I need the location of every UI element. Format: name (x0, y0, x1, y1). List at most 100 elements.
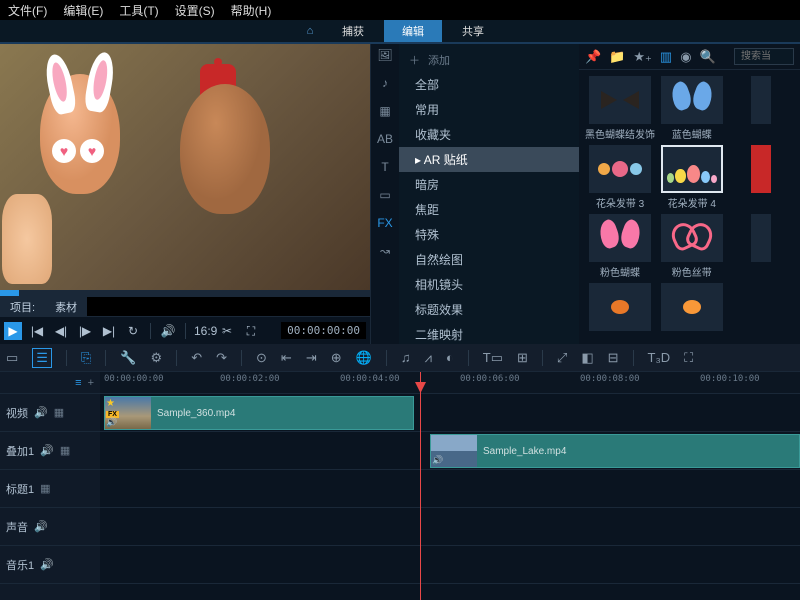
play-button[interactable]: ▶ (4, 322, 22, 340)
chapter-icon[interactable]: ◧ (581, 350, 593, 366)
next-frame-button[interactable]: |▶ (76, 322, 94, 340)
cat-nature[interactable]: 自然绘图 (399, 247, 579, 272)
asset-partial-1[interactable] (729, 76, 795, 141)
search-input[interactable] (734, 48, 794, 65)
audio-wave-icon[interactable]: ♫ (401, 350, 411, 365)
track-voice-header[interactable]: 声音🔊 (0, 508, 100, 546)
menu-help[interactable]: 帮助(H) (231, 2, 272, 19)
asset-pink-ribbon[interactable]: 粉色丝带 (659, 214, 725, 279)
ducking-icon[interactable]: ⩘ (425, 350, 432, 366)
tab-capture[interactable]: 捕获 (324, 20, 382, 42)
mute-icon[interactable]: 🔊 (34, 520, 48, 533)
menu-edit[interactable]: 编辑(E) (63, 2, 103, 19)
sort-icon[interactable]: ◉ (680, 49, 691, 65)
overlay-icon[interactable]: ▭ (376, 188, 394, 206)
cat-camera[interactable]: 相机镜头 (399, 272, 579, 297)
asset-pumpkin-2[interactable] (659, 283, 725, 331)
menu-tools[interactable]: 工具(T) (119, 2, 158, 19)
asset-black-bowtie[interactable]: 黑色蝴蝶结发饰 (585, 76, 655, 141)
cat-all[interactable]: 全部 (399, 72, 579, 97)
view-icon[interactable]: ▥ (660, 49, 672, 65)
tool-wrench-icon[interactable]: 🔧 (120, 350, 136, 366)
track-title[interactable] (100, 470, 800, 508)
menu-file[interactable]: 文件(F) (8, 2, 47, 19)
tracks-menu-icon[interactable]: ≡ (75, 377, 81, 389)
loop-button[interactable]: ↻ (124, 322, 142, 340)
3d-title-icon[interactable]: T₃D (648, 350, 671, 365)
track-overlay[interactable]: 🔊 Sample_Lake.mp4 (100, 432, 800, 470)
track-video-header[interactable]: 视频🔊▦ (0, 394, 100, 432)
subtitle-icon[interactable]: T▭ (483, 350, 503, 366)
cat-common[interactable]: 常用 (399, 97, 579, 122)
asset-flower-band-3[interactable]: 花朵发带 3 (585, 145, 655, 210)
asset-pumpkin-1[interactable] (585, 283, 655, 331)
add-category[interactable]: ＋添加 (399, 48, 579, 72)
playhead[interactable] (420, 372, 421, 600)
mute-icon[interactable]: 🔊 (40, 558, 54, 571)
fullscreen-button[interactable]: ⛶ (242, 322, 260, 340)
hide-icon[interactable]: ▦ (40, 482, 50, 495)
marker-in-icon[interactable]: ⇤ (281, 350, 292, 366)
track-music-header[interactable]: 音乐1🔊 (0, 546, 100, 584)
timecode-display[interactable]: 00:00:00:00 (281, 322, 366, 339)
split-button[interactable]: ✂ (218, 322, 236, 340)
search-icon[interactable]: 🔍 (700, 49, 716, 65)
mute-icon[interactable]: 🔊 (34, 406, 48, 419)
undo-icon[interactable]: ↶ (191, 350, 202, 366)
cat-title-fx[interactable]: 标题效果 (399, 297, 579, 322)
track-music[interactable] (100, 546, 800, 584)
track-voice[interactable] (100, 508, 800, 546)
favorite-icon[interactable]: ★₊ (633, 49, 652, 65)
preview-canvas[interactable]: ♥♥ (0, 44, 370, 290)
path-icon[interactable]: ↝ (376, 244, 394, 262)
asset-partial-2[interactable] (729, 145, 795, 210)
add-track-icon[interactable]: + (88, 377, 94, 389)
globe-icon[interactable]: 🌐 (356, 350, 372, 366)
grid-icon[interactable]: ⊞ (517, 350, 528, 366)
record-icon[interactable]: ⊙ (256, 350, 267, 366)
cat-ar-sticker[interactable]: AR 贴纸 (399, 147, 579, 172)
asset-partial-3[interactable] (729, 214, 795, 279)
track-title-header[interactable]: 标题1▦ (0, 470, 100, 508)
redo-icon[interactable]: ↷ (216, 350, 227, 366)
tab-share[interactable]: 共享 (444, 20, 502, 42)
pin-icon[interactable]: 📌 (585, 49, 601, 65)
cat-favorites[interactable]: 收藏夹 (399, 122, 579, 147)
tab-project[interactable]: 项目: (0, 297, 45, 316)
track-area[interactable]: 00:00:00:00 00:00:02:00 00:00:04:00 00:0… (100, 372, 800, 600)
time-ruler[interactable]: 00:00:00:00 00:00:02:00 00:00:04:00 00:0… (100, 372, 800, 394)
insert-icon[interactable]: ⊕ (331, 350, 342, 366)
storyboard-view-icon[interactable]: ▭ (6, 350, 18, 366)
multicam-icon[interactable]: ⊟ (608, 350, 619, 366)
timeline-view-icon[interactable]: ☰ (32, 348, 52, 368)
cat-focus[interactable]: 焦距 (399, 197, 579, 222)
text-t-icon[interactable]: T (376, 160, 394, 178)
aspect-ratio[interactable]: 16:9 (194, 322, 212, 340)
asset-blue-butterfly[interactable]: 蓝色蝴蝶 (659, 76, 725, 141)
fx-icon[interactable]: FX (376, 216, 394, 234)
cat-darkroom[interactable]: 暗房 (399, 172, 579, 197)
asset-pink-butterfly[interactable]: 粉色蝴蝶 (585, 214, 655, 279)
volume-button[interactable]: 🔊 (159, 322, 177, 340)
goto-end-button[interactable]: ▶| (100, 322, 118, 340)
expand-icon[interactable]: ⛶ (684, 350, 693, 366)
mute-icon[interactable]: 🔊 (40, 444, 54, 457)
menu-settings[interactable]: 设置(S) (175, 2, 215, 19)
pan-zoom-icon[interactable]: ⤢ (557, 350, 567, 366)
copy-icon[interactable]: ⎘ (81, 350, 91, 366)
goto-start-button[interactable]: |◀ (28, 322, 46, 340)
prev-frame-button[interactable]: ◀| (52, 322, 70, 340)
track-video[interactable]: ★FX🔊 Sample_360.mp4 (100, 394, 800, 432)
asset-flower-band-4[interactable]: 花朵发带 4 (659, 145, 725, 210)
home-icon[interactable]: ⌂ (298, 25, 322, 37)
normalize-icon[interactable]: ◐ (446, 350, 454, 365)
clip-sample-lake[interactable]: 🔊 Sample_Lake.mp4 (430, 434, 800, 468)
marker-out-icon[interactable]: ⇥ (306, 350, 317, 366)
media-icon[interactable]: 🖼 (376, 48, 394, 66)
tab-edit[interactable]: 编辑 (384, 20, 442, 42)
title-ab-icon[interactable]: AB (376, 132, 394, 150)
hide-icon[interactable]: ▦ (60, 444, 70, 457)
cat-special[interactable]: 特殊 (399, 222, 579, 247)
audio-icon[interactable]: ♪ (376, 76, 394, 94)
track-overlay-header[interactable]: 叠加1🔊▦ (0, 432, 100, 470)
